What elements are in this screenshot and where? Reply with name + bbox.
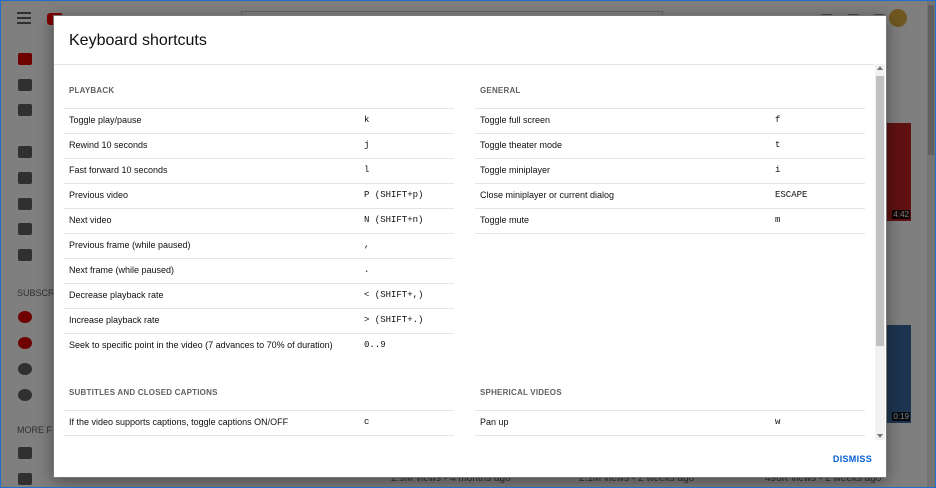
shortcut-row: Previous video P (SHIFT+p) [64, 184, 454, 209]
shortcut-key: t [775, 140, 781, 150]
shortcut-row: Close miniplayer or current dialog ESCAPE [475, 184, 865, 209]
section-heading: GENERAL [480, 86, 521, 95]
scroll-up-icon[interactable] [877, 66, 883, 70]
shortcut-label: Toggle full screen [480, 115, 551, 125]
shortcut-label: Toggle mute [480, 215, 530, 225]
dialog-title: Keyboard shortcuts [69, 32, 207, 49]
scroll-down-icon[interactable] [877, 434, 883, 438]
shortcut-key: N (SHIFT+n) [364, 215, 424, 225]
dismiss-button[interactable]: DISMISS [833, 454, 872, 464]
shortcut-row: If the video supports captions, toggle c… [64, 411, 454, 436]
shortcut-label: Toggle theater mode [480, 140, 563, 150]
section-heading: PLAYBACK [69, 86, 115, 95]
shortcut-label: Close miniplayer or current dialog [480, 190, 615, 200]
shortcut-row: Toggle play/pause k [64, 109, 454, 134]
shortcut-label: Toggle play/pause [69, 115, 142, 125]
shortcut-row: Seek to specific point in the video (7 a… [64, 334, 454, 358]
shortcut-label: Previous video [69, 190, 129, 200]
shortcut-key: f [775, 115, 781, 125]
shortcut-row: Toggle full screen f [475, 109, 865, 134]
shortcut-row: Toggle miniplayer i [475, 159, 865, 184]
keyboard-shortcuts-dialog: Keyboard shortcuts PLAYBACK Toggle play/… [53, 15, 887, 478]
shortcut-key: c [364, 417, 370, 427]
shortcut-row: Fast forward 10 seconds l [64, 159, 454, 184]
shortcut-label: Previous frame (while paused) [69, 240, 191, 250]
shortcut-row: Next frame (while paused). [64, 259, 454, 284]
shortcut-row: Decrease playback rate < (SHIFT+,) [64, 284, 454, 309]
shortcut-label: Increase playback rate [69, 315, 160, 325]
dialog-scrollbar[interactable] [875, 64, 885, 440]
shortcut-label: Next video [69, 215, 112, 225]
shortcut-label: Next frame (while paused) [69, 265, 175, 275]
shortcut-label: Rewind 10 seconds [69, 140, 148, 150]
shortcut-key: > (SHIFT+.) [364, 315, 424, 325]
shortcut-label: Seek to specific point in the video (7 a… [69, 340, 333, 350]
shortcut-key: m [775, 215, 781, 225]
browser-window: SUBSCR MORE F 4:42 0:19 2.9M views • 4 m… [0, 0, 936, 488]
subtitles-section: SUBTITLES AND CLOSED CAPTIONS If the vid… [64, 385, 454, 436]
dialog-scrollbar-thumb[interactable] [876, 76, 884, 346]
general-section: GENERAL Toggle full screen f Toggle theate… [475, 83, 865, 234]
shortcut-label: Pan up [480, 417, 509, 427]
shortcut-key: . [364, 265, 370, 275]
shortcut-key: j [364, 140, 370, 150]
shortcut-key: P (SHIFT+p) [364, 190, 424, 200]
section-heading: SUBTITLES AND CLOSED CAPTIONS [69, 388, 218, 397]
playback-section: PLAYBACK Toggle play/pause k Rewind 10 sec… [64, 83, 454, 358]
shortcut-row: Previous frame (while paused), [64, 234, 454, 259]
shortcut-label: Toggle miniplayer [480, 165, 551, 175]
shortcut-label: Decrease playback rate [69, 290, 164, 300]
shortcut-key: , [364, 240, 370, 250]
shortcut-row: Next video N (SHIFT+n) [64, 209, 454, 234]
shortcut-key: i [775, 165, 781, 175]
shortcut-label: Fast forward 10 seconds [69, 165, 168, 175]
shortcut-key: k [364, 115, 370, 125]
shortcut-row: Pan up w [475, 411, 865, 436]
shortcuts-content: PLAYBACK Toggle play/pause k Rewind 10 sec… [54, 64, 874, 441]
shortcut-key: ESCAPE [775, 190, 808, 200]
shortcut-row: Rewind 10 seconds j [64, 134, 454, 159]
spherical-section: SPHERICAL VIDEOS Pan up w [475, 385, 865, 436]
shortcut-key: 0..9 [364, 340, 386, 350]
shortcut-key: < (SHIFT+,) [364, 290, 424, 300]
shortcut-key: l [364, 165, 370, 175]
shortcut-key: w [775, 417, 781, 427]
section-heading: SPHERICAL VIDEOS [480, 388, 562, 397]
shortcut-label: If the video supports captions, toggle c… [69, 417, 289, 427]
shortcut-row: Toggle theater mode t [475, 134, 865, 159]
shortcut-row: Toggle mute m [475, 209, 865, 234]
shortcut-row: Increase playback rate > (SHIFT+.) [64, 309, 454, 334]
